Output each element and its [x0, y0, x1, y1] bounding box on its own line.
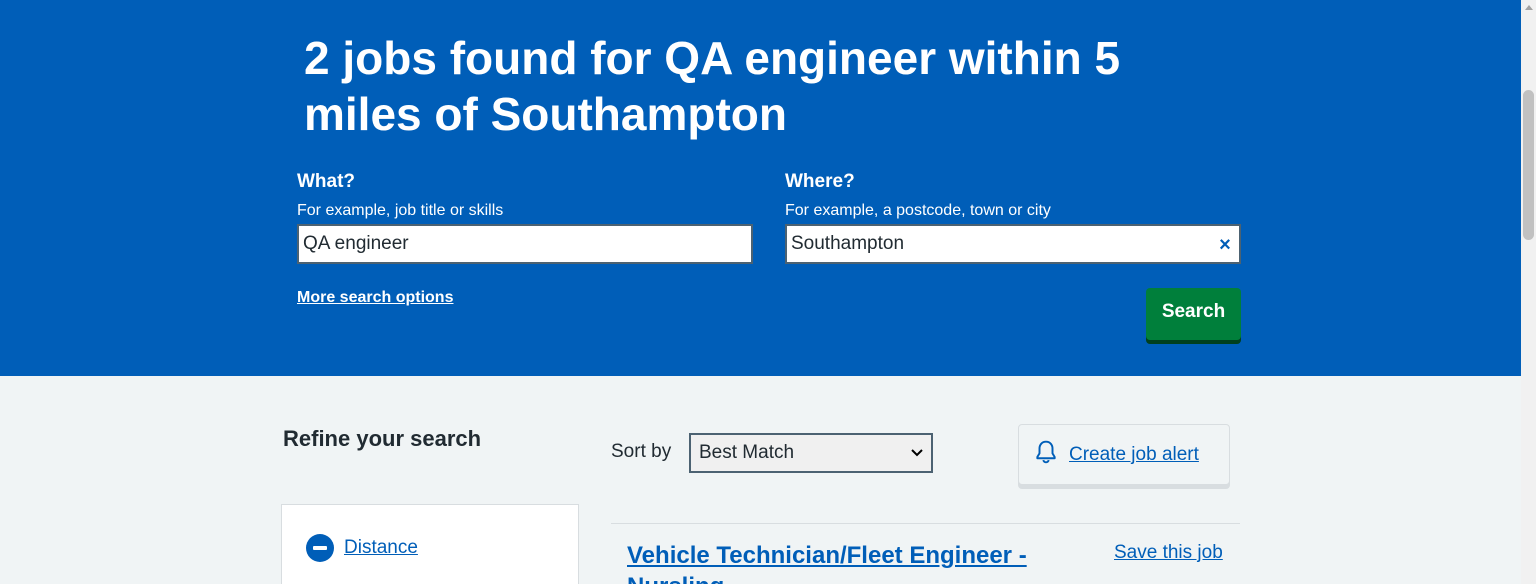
- scrollbar-thumb[interactable]: [1523, 90, 1534, 240]
- job-title-link[interactable]: Vehicle Technician/Fleet Engineer - Nurs…: [627, 540, 1067, 584]
- clear-location-icon[interactable]: ×: [1214, 234, 1236, 256]
- what-label: What?: [297, 171, 356, 192]
- where-hint: For example, a postcode, town or city: [785, 202, 1051, 219]
- search-button[interactable]: Search: [1146, 288, 1241, 340]
- what-search-input[interactable]: [297, 224, 753, 264]
- page-scrollbar[interactable]: [1521, 0, 1536, 584]
- sort-selected-value: Best Match: [699, 442, 795, 463]
- scroll-up-arrow-icon[interactable]: [1521, 0, 1536, 15]
- create-job-alert-button[interactable]: Create job alert: [1018, 424, 1230, 485]
- where-label: Where?: [785, 171, 855, 192]
- refine-search-heading: Refine your search: [283, 426, 482, 451]
- filter-label-distance[interactable]: Distance: [344, 537, 418, 559]
- filter-panel: Distance: [281, 504, 579, 584]
- sort-by-select[interactable]: Best Match: [689, 433, 933, 473]
- search-hero-banner: 2 jobs found for QA engineer within 5 mi…: [0, 0, 1521, 376]
- create-job-alert-link[interactable]: Create job alert: [1069, 444, 1199, 466]
- results-divider: [611, 523, 1240, 524]
- more-search-options-link[interactable]: More search options: [297, 289, 453, 307]
- sort-by-label: Sort by: [611, 441, 672, 462]
- page-title: 2 jobs found for QA engineer within 5 mi…: [304, 32, 1121, 140]
- save-job-link[interactable]: Save this job: [1114, 542, 1223, 564]
- chevron-down-icon: [911, 446, 923, 460]
- what-hint: For example, job title or skills: [297, 202, 504, 219]
- minus-circle-icon: [306, 534, 334, 562]
- bell-icon: [1033, 439, 1059, 470]
- filter-toggle-distance[interactable]: Distance: [306, 534, 418, 562]
- where-location-input[interactable]: [785, 224, 1241, 264]
